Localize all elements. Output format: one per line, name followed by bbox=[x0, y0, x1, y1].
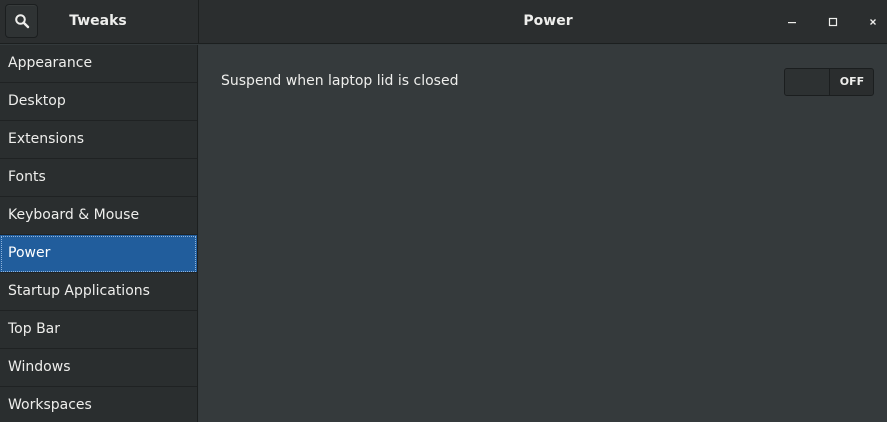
maximize-icon bbox=[828, 17, 838, 27]
sidebar-item-workspaces[interactable]: Workspaces bbox=[0, 387, 197, 422]
sidebar-item-keyboard-mouse[interactable]: Keyboard & Mouse bbox=[0, 197, 197, 235]
suspend-lid-label: Suspend when laptop lid is closed bbox=[221, 73, 459, 89]
switch-knob[interactable] bbox=[785, 69, 830, 95]
search-icon bbox=[14, 14, 29, 29]
sidebar: Appearance Desktop Extensions Fonts Keyb… bbox=[0, 45, 198, 422]
sidebar-item-top-bar[interactable]: Top Bar bbox=[0, 311, 197, 349]
sidebar-item-extensions[interactable]: Extensions bbox=[0, 121, 197, 159]
minimize-icon bbox=[788, 22, 796, 24]
close-icon bbox=[870, 19, 876, 25]
sidebar-item-appearance[interactable]: Appearance bbox=[0, 45, 197, 83]
minimize-button[interactable] bbox=[781, 11, 803, 33]
close-button[interactable] bbox=[862, 11, 884, 33]
tweaks-window: Tweaks Power Appearance Desktop Extensio… bbox=[0, 0, 887, 422]
setting-row-suspend-lid: Suspend when laptop lid is closed OFF bbox=[199, 67, 887, 97]
switch-state-label: OFF bbox=[839, 75, 865, 88]
app-title: Tweaks bbox=[69, 13, 127, 29]
sidebar-item-desktop[interactable]: Desktop bbox=[0, 83, 197, 121]
sidebar-item-startup-applications[interactable]: Startup Applications bbox=[0, 273, 197, 311]
header-bar: Tweaks Power bbox=[0, 0, 887, 44]
sidebar-item-fonts[interactable]: Fonts bbox=[0, 159, 197, 197]
sidebar-item-windows[interactable]: Windows bbox=[0, 349, 197, 387]
header-sidebar-section: Tweaks bbox=[0, 0, 199, 44]
search-button[interactable] bbox=[5, 4, 38, 38]
suspend-lid-switch[interactable]: OFF bbox=[784, 68, 874, 96]
main-content: Suspend when laptop lid is closed OFF bbox=[199, 45, 887, 422]
sidebar-item-power[interactable]: Power bbox=[0, 235, 197, 273]
maximize-button[interactable] bbox=[822, 11, 844, 33]
